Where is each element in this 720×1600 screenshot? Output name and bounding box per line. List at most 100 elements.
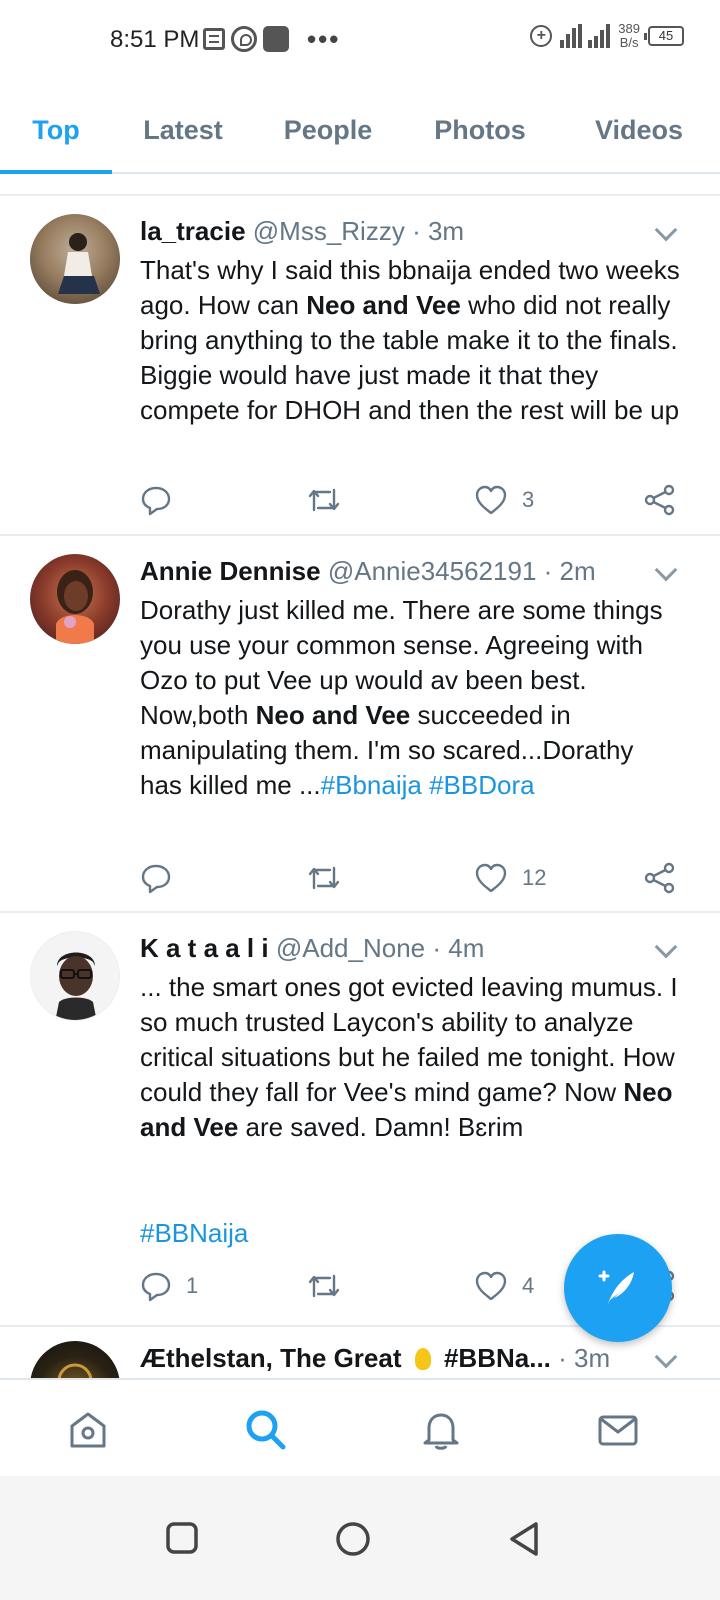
avatar-photo xyxy=(30,214,120,304)
network-rate-value: 389 xyxy=(618,21,640,36)
plus-circle-icon: + xyxy=(530,25,553,47)
status-icons-left: ••• xyxy=(203,26,340,52)
tab-photos[interactable]: Photos xyxy=(402,88,558,172)
retweet-icon xyxy=(308,1274,340,1298)
hashtag-link[interactable]: #BBNaija xyxy=(140,1218,248,1248)
nav-home[interactable] xyxy=(64,1406,112,1454)
hashtag-link[interactable]: #BBDora xyxy=(429,770,535,800)
tweet-author-name[interactable]: la_tracie xyxy=(140,216,246,246)
status-icons-right: + 389 B/s 45 xyxy=(530,22,684,50)
avatar-photo xyxy=(55,952,97,1020)
bold-text: Neo and Vee xyxy=(255,700,411,730)
tweet-author-name[interactable]: Annie Dennise xyxy=(140,556,321,586)
nav-search[interactable] xyxy=(242,1406,290,1454)
network-rate-unit: B/s xyxy=(619,35,639,50)
back-icon xyxy=(510,1522,538,1556)
notes-icon xyxy=(203,28,225,50)
like-count: 3 xyxy=(522,487,535,512)
search-tabs: Top Latest People Photos Videos xyxy=(0,88,720,174)
tweet-header: Annie Dennise @Annie34562191 · 2m xyxy=(140,556,660,587)
reply-button[interactable] xyxy=(140,480,172,520)
reply-button[interactable]: 1 xyxy=(140,1266,198,1306)
bold-text: Neo and Vee xyxy=(140,1077,673,1142)
signal-icon xyxy=(560,24,611,48)
reply-icon xyxy=(141,486,171,516)
avatar[interactable] xyxy=(30,931,120,1021)
heart-icon xyxy=(475,863,507,893)
share-button[interactable] xyxy=(643,480,677,520)
tweet-text: ... the smart ones got evicted leaving m… xyxy=(140,972,678,1142)
tweet[interactable]: Annie Dennise @Annie34562191 · 2m Dorath… xyxy=(0,536,720,913)
battery-icon: 45 xyxy=(644,26,684,46)
tweet-header: Æthelstan, The Great #BBNa... · 3m xyxy=(140,1343,660,1374)
notifications-icon xyxy=(423,1413,459,1450)
tweet-author-handle[interactable]: @Annie34562191 xyxy=(328,556,537,586)
compose-tweet-button[interactable] xyxy=(564,1234,672,1342)
status-time: 8:51 PM xyxy=(110,26,200,53)
lightbulb-icon xyxy=(414,1348,431,1370)
recents-icon xyxy=(166,1522,198,1554)
tweet-author-name[interactable]: Æthelstan, The Great xyxy=(140,1343,402,1373)
like-button[interactable]: 12 xyxy=(474,858,546,898)
retweet-button[interactable] xyxy=(306,1266,342,1306)
reply-icon xyxy=(141,864,171,894)
retweet-icon xyxy=(308,866,340,890)
like-button[interactable]: 4 xyxy=(474,1266,534,1306)
avatar[interactable] xyxy=(30,214,120,304)
tweet-text: Dorathy just killed me. There are some t… xyxy=(140,595,663,800)
tweet-time: · 3m xyxy=(412,216,465,246)
like-count: 4 xyxy=(522,1273,535,1298)
tweet-time: · 4m xyxy=(432,933,485,963)
tweet-time: · 2m xyxy=(543,556,596,586)
tab-videos[interactable]: Videos xyxy=(558,88,720,172)
share-icon xyxy=(644,862,675,894)
tweet-author-name-suffix: #BBNa... xyxy=(443,1343,551,1373)
tweet-text: That's why I said this bbnaija ended two… xyxy=(140,255,680,425)
retweet-button[interactable] xyxy=(306,858,342,898)
tab-latest[interactable]: Latest xyxy=(112,88,254,172)
tweet-header: la_tracie @Mss_Rizzy · 3m xyxy=(140,216,660,247)
retweet-icon xyxy=(308,488,340,512)
back-button[interactable] xyxy=(506,1520,542,1563)
messages-icon xyxy=(598,1415,638,1446)
reply-button[interactable] xyxy=(140,858,172,898)
bottom-nav xyxy=(0,1378,720,1476)
tab-people[interactable]: People xyxy=(254,88,402,172)
like-count: 12 xyxy=(522,865,547,890)
home-circle-icon xyxy=(336,1522,370,1556)
tweet-author-handle[interactable]: @Add_None xyxy=(276,933,425,963)
share-icon xyxy=(644,484,675,516)
share-button[interactable] xyxy=(643,858,677,898)
whatsapp-icon xyxy=(231,26,257,52)
tweet-header: K a t a a l i @Add_None · 4m xyxy=(140,933,660,964)
app-icon xyxy=(263,26,289,52)
reply-count: 1 xyxy=(186,1273,199,1298)
recents-button[interactable] xyxy=(164,1520,200,1561)
retweet-button[interactable] xyxy=(306,480,342,520)
avatar-photo xyxy=(56,570,94,644)
nav-notifications[interactable] xyxy=(417,1406,465,1454)
network-rate: 389 B/s xyxy=(618,22,640,50)
more-dots-icon: ••• xyxy=(307,24,341,54)
like-button[interactable]: 3 xyxy=(474,480,534,520)
tweet-author-handle[interactable]: @Mss_Rizzy xyxy=(253,216,405,246)
tweet-time: · 3m xyxy=(558,1343,611,1373)
compose-tweet-icon xyxy=(598,1270,634,1304)
heart-icon xyxy=(475,1271,507,1301)
status-bar: 8:51 PM ••• + 389 B/s 45 xyxy=(0,0,720,80)
tweet-author-name[interactable]: K a t a a l i xyxy=(140,933,269,963)
tweet-actions: 12 xyxy=(140,858,685,898)
tweet[interactable]: la_tracie @Mss_Rizzy · 3m That's why I s… xyxy=(0,196,720,536)
tweet-actions: 3 xyxy=(140,480,685,520)
home-system-button[interactable] xyxy=(334,1520,372,1563)
hashtag-link[interactable]: #Bbnaija xyxy=(321,770,422,800)
reply-icon xyxy=(141,1272,171,1302)
bold-text: Neo and Vee xyxy=(306,290,461,320)
heart-icon xyxy=(475,485,507,515)
tab-top[interactable]: Top xyxy=(0,88,112,174)
system-navigation-bar xyxy=(0,1476,720,1600)
home-icon xyxy=(70,1412,106,1448)
search-icon xyxy=(246,1410,286,1450)
avatar[interactable] xyxy=(30,554,120,644)
nav-messages[interactable] xyxy=(594,1406,642,1454)
